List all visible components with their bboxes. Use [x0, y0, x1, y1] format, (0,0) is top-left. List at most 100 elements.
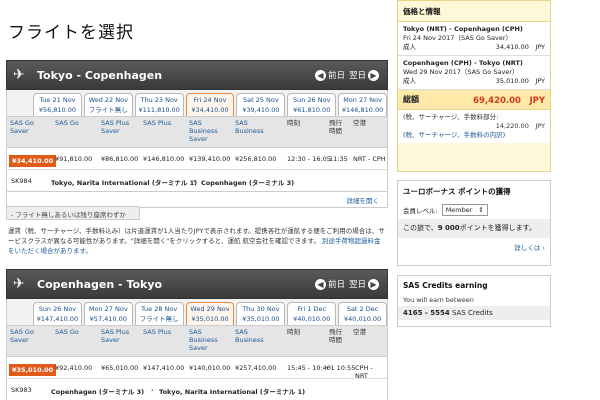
selected-fare[interactable]: ¥34,410.00	[9, 155, 57, 167]
prev-day-button[interactable]: ◀ 前日	[313, 278, 345, 290]
total-price: 総額 69,420.00 JPY	[398, 90, 550, 110]
selected-fare[interactable]: ¥35,010.00	[9, 364, 57, 376]
route-title: Tokyo - Copenhagen	[37, 68, 163, 82]
eurobonus-panel: ユーロボーナス ポイントの獲得 会員レベル: Member ⇕ この旅で、9 00…	[397, 180, 551, 266]
inbound-header: ✈ Copenhagen - Tokyo ◀ 前日 翌日 ▶	[6, 269, 388, 299]
flight-detail: SK983 Copenhagen (ターミナル 3) › Tokyo, Nari…	[6, 379, 388, 400]
fare-column-header: 飛行 時間	[329, 119, 342, 135]
fare-column-header: 時刻	[287, 119, 300, 127]
panel-title: SAS Credits earning	[398, 276, 550, 294]
member-level-label: 会員レベル:	[403, 207, 438, 215]
flight-airports: CPH - NRT	[355, 364, 373, 380]
fare-cell[interactable]: ¥92,410.00	[55, 364, 92, 372]
date-tab[interactable]: Fri 24 Nov ¥34,410.00	[185, 93, 235, 116]
page-title: フライトを選択	[8, 23, 134, 43]
inbound-section: ✈ Copenhagen - Tokyo ◀ 前日 翌日 ▶ Sun 26 Nov ¥…	[6, 269, 388, 400]
fare-column-header: SAS Business	[235, 328, 264, 344]
date-tab[interactable]: Tue 21 Nov ¥56,810.00	[33, 93, 82, 116]
fare-cell[interactable]: ¥147,410.00	[143, 364, 184, 372]
flight-detail: SK984 Tokyo, Narita International (ターミナル…	[6, 170, 388, 192]
fare-column-header: SAS Plus Saver	[101, 328, 130, 344]
credits-range: 4165 - 5554 SAS Credits	[398, 306, 550, 320]
flight-airports: NRT - CPH	[353, 155, 386, 163]
fare-row[interactable]: ¥35,010.00 ¥92,410.00 ¥65,010.00 ¥147,41…	[6, 357, 388, 380]
panel-title: 価格と情報	[398, 1, 550, 22]
flight-duration: +1 10:55	[325, 364, 356, 372]
fee-summary: (税、サーチャージ、手数料部分: 14,220.00 JPY (税、サーチャージ…	[398, 110, 550, 143]
destination-airport: Tokyo, Narita International (ターミナル 1)	[159, 388, 306, 396]
date-tab[interactable]: Thu 23 Nov ¥111,810.00	[134, 93, 184, 116]
chevron-right-icon: ▶	[368, 278, 379, 290]
fare-row[interactable]: ¥34,410.00 ¥91,810.00 ¥86,810.00 ¥146,81…	[6, 148, 388, 170]
chevron-down-icon: ⇕	[478, 206, 484, 214]
fare-cell[interactable]: ¥140,010.00	[189, 364, 230, 372]
fare-cell[interactable]: ¥65,010.00	[101, 364, 138, 372]
fare-column-header: SAS Go Saver	[10, 328, 34, 344]
date-tab[interactable]: Mon 27 Nov ¥146,810.00	[338, 93, 388, 116]
date-tab[interactable]: Sat 2 Dec ¥40,010.00	[338, 302, 388, 325]
date-tab[interactable]: Sun 26 Nov ¥61,810.00	[287, 93, 337, 116]
price-info-panel: 価格と情報 Tokyo (NRT) - Copenhagen (CPH) Fri…	[397, 0, 551, 172]
route-title: Copenhagen - Tokyo	[37, 277, 163, 291]
member-level-select[interactable]: Member ⇕	[441, 204, 488, 216]
date-tab[interactable]: Mon 27 Nov ¥57,410.00	[83, 302, 133, 325]
prev-day-button[interactable]: ◀ 前日	[313, 69, 345, 81]
date-tabs: Sun 26 Nov ¥147,410.00 Mon 27 Nov ¥57,410.0…	[6, 299, 388, 325]
date-tab[interactable]: Sun 26 Nov ¥147,410.00	[33, 302, 82, 325]
fare-column-header: 飛行 時間	[329, 328, 342, 344]
flight-time: 12:30 - 16:05	[287, 155, 331, 163]
segment-inbound: Copenhagen (CPH) - Tokyo (NRT) Wed 29 No…	[398, 56, 550, 90]
arrow-icon: ›	[151, 386, 154, 394]
date-tab[interactable]: Sat 25 Nov ¥39,410.00	[236, 93, 286, 116]
flight-number: SK984	[11, 177, 32, 185]
fare-header: SAS Go Saver SAS Go SAS Plus Saver SAS Plus SA…	[6, 325, 388, 357]
fare-column-header: SAS Plus Saver	[101, 119, 130, 135]
plane-takeoff-icon: ✈	[13, 67, 25, 83]
fare-column-header: SAS Go Saver	[10, 119, 34, 135]
date-tab[interactable]: Wed 29 Nov ¥35,010.00	[185, 302, 235, 325]
fare-column-header: 空港	[353, 119, 366, 127]
next-day-button[interactable]: 翌日 ▶	[349, 278, 381, 290]
fare-column-header: SAS Go	[55, 328, 79, 336]
fare-header: SAS Go Saver SAS Go SAS Plus Saver SAS Plus SA…	[6, 116, 388, 148]
outbound-section: ✈ Tokyo - Copenhagen ◀ 前日 翌日 ▶ Tue 21 Nov ¥…	[6, 60, 388, 208]
date-tab[interactable]: Wed 22 Nov フライト無し	[83, 93, 133, 116]
chevron-left-icon: ◀	[314, 278, 326, 290]
segment-outbound: Tokyo (NRT) - Copenhagen (CPH) Fri 24 No…	[398, 22, 550, 56]
chevron-left-icon: ◀	[314, 69, 326, 81]
fare-column-header: SAS Business Saver	[189, 328, 218, 352]
fare-column-header: SAS Plus	[143, 119, 172, 127]
sas-credits-panel: SAS Credits earning You will earn betwee…	[397, 275, 551, 327]
fare-column-header: SAS Business Saver	[189, 119, 218, 143]
next-day-button[interactable]: 翌日 ▶	[349, 69, 381, 81]
destination-airport: Copenhagen (ターミナル 3)	[201, 179, 295, 187]
fare-cell[interactable]: ¥256,810.00	[235, 155, 276, 163]
fare-notice: 運賃（税、サーチャージ、手数料込み）は片道運賃が1人当たりJPYで表示されます。…	[8, 227, 385, 255]
chevron-right-icon: ▶	[368, 69, 379, 81]
fare-column-header: SAS Business	[235, 119, 264, 135]
origin-airport: Copenhagen (ターミナル 3)	[51, 388, 145, 396]
arrow-icon: ›	[193, 177, 196, 185]
fare-column-header: SAS Plus	[143, 328, 172, 336]
flight-number: SK983	[11, 386, 32, 394]
fee-breakdown-link[interactable]: 税、サーチャージ、手数料の内訳	[406, 131, 503, 139]
fare-cell[interactable]: ¥91,810.00	[55, 155, 92, 163]
fare-cell[interactable]: ¥139,410.00	[189, 155, 230, 163]
fare-column-header: 空港	[353, 328, 366, 336]
origin-airport: Tokyo, Narita International (ターミナル 1)	[51, 179, 198, 187]
availability-legend: - フライト無しあるいは残り座席わずか	[6, 206, 140, 220]
fare-column-header: SAS Go	[55, 119, 79, 127]
date-tab[interactable]: Fri 1 Dec ¥40,010.00	[287, 302, 337, 325]
panel-title: ユーロボーナス ポイントの獲得	[398, 181, 550, 201]
points-info: この旅で、9 000ポイントを獲得します。	[398, 219, 550, 238]
fare-cell[interactable]: ¥146,810.00	[143, 155, 184, 163]
date-tab[interactable]: Thu 30 Nov ¥35,010.00	[236, 302, 286, 325]
outbound-header: ✈ Tokyo - Copenhagen ◀ 前日 翌日 ▶	[6, 60, 388, 90]
fare-cell[interactable]: ¥257,410.00	[235, 364, 276, 372]
fare-column-header: 時刻	[287, 328, 300, 336]
date-tabs: Tue 21 Nov ¥56,810.00 Wed 22 Nov フライト無し Thu …	[6, 90, 388, 116]
fare-cell[interactable]: ¥86,810.00	[101, 155, 138, 163]
date-tab[interactable]: Tue 28 Nov フライト無し	[134, 302, 184, 325]
flight-duration: 11:35	[329, 155, 348, 163]
learn-more-link[interactable]: 詳しくは ›	[398, 238, 550, 256]
